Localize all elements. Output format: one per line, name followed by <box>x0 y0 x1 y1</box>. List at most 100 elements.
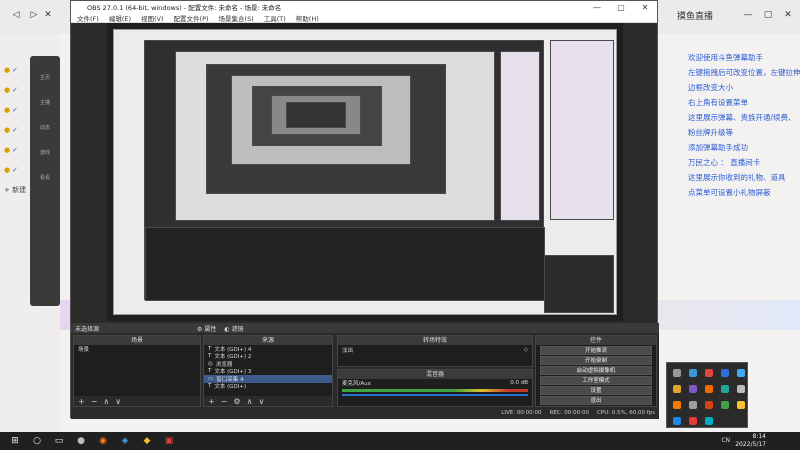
gear-icon[interactable]: ⚙ <box>233 397 240 406</box>
app-taskbar-icon[interactable]: ▣ <box>162 434 176 448</box>
close-window-icon[interactable]: ✕ <box>780 4 796 26</box>
tray-app-icon[interactable] <box>673 401 681 409</box>
maximize-icon[interactable]: ▢ <box>760 4 776 26</box>
folder-taskbar-icon[interactable]: ◆ <box>140 434 154 448</box>
tray-app-icon[interactable] <box>705 385 713 393</box>
dark-side-label[interactable]: 主页 <box>30 74 60 81</box>
tray-app-icon[interactable] <box>737 401 745 409</box>
tray-app-icon[interactable] <box>673 417 681 425</box>
tray-app-icon[interactable] <box>673 369 681 377</box>
nested-docks <box>145 227 545 301</box>
menu-help[interactable]: 帮助(H) <box>296 13 319 23</box>
sidebar-item[interactable]: ● ✓ <box>4 84 28 96</box>
task-view-icon[interactable]: ▭ <box>52 434 66 448</box>
text-source-icon: T <box>208 368 212 375</box>
input-method-indicator[interactable]: CN <box>721 437 730 444</box>
minimize-icon[interactable]: — <box>740 4 756 26</box>
menu-tools[interactable]: 工具(T) <box>264 13 286 23</box>
obs-titlebar: OBS 27.0.1 (64-bit, windows) - 配置文件: 未命名… <box>71 1 657 13</box>
scene-item[interactable]: 场景 <box>74 345 200 353</box>
source-item[interactable]: T 文本 (GDI+) <box>204 383 332 390</box>
mixer-track: 麦克风/Aux 0.0 dB <box>338 379 532 387</box>
browser-tab[interactable]: 摸鱼直播 <box>660 4 730 26</box>
back-icon[interactable]: ◁ <box>8 4 24 26</box>
sidebar-item[interactable]: ● ✓ <box>4 164 28 176</box>
nested-obs-4 <box>206 64 446 194</box>
sidebar-item[interactable]: ● ✓ <box>4 144 28 156</box>
menu-view[interactable]: 视图(V) <box>141 13 164 23</box>
start-icon[interactable]: ⊞ <box>8 434 22 448</box>
menu-scene-collection[interactable]: 场景集合(S) <box>219 13 254 23</box>
tray-app-icon[interactable] <box>721 369 729 377</box>
sidebar-item[interactable]: ● ✓ <box>4 64 28 76</box>
search-icon[interactable]: ○ <box>30 434 44 448</box>
transition-value: 淡出 <box>342 348 354 354</box>
volume-slider[interactable] <box>342 393 528 396</box>
clock-time: 8:14 <box>752 433 766 440</box>
chat-line: 这里展示你收到的礼物、道具 <box>688 173 786 182</box>
tray-app-icon[interactable] <box>705 401 713 409</box>
browser-taskbar-icon[interactable]: ◉ <box>96 434 110 448</box>
menu-profile[interactable]: 配置文件(P) <box>174 13 209 23</box>
tray-app-icon[interactable] <box>689 385 697 393</box>
tray-app-icon[interactable] <box>737 369 745 377</box>
edge-taskbar-icon[interactable]: ◈ <box>118 434 132 448</box>
tray-app-icon[interactable] <box>705 417 713 425</box>
down-icon[interactable]: ∨ <box>258 397 264 406</box>
settings-button[interactable]: 设置 <box>540 386 652 395</box>
obs-preview-canvas[interactable] <box>107 23 623 321</box>
dark-side-label[interactable]: 游戏 <box>30 149 60 156</box>
source-toolbar: 未选择源 ⚙ 属性 ◐ 滤镜 <box>71 323 659 333</box>
chat-line: 万民之心 ： 直播间卡 <box>688 158 761 167</box>
douyu-dark-sidebar: 主页 主播 动态 游戏 看看 <box>30 56 60 306</box>
tray-app-icon[interactable] <box>689 401 697 409</box>
start-recording-button[interactable]: 开始录制 <box>540 356 652 365</box>
tray-app-icon[interactable] <box>721 385 729 393</box>
transition-select[interactable]: 淡出 ◇ <box>338 345 532 355</box>
tray-app-icon[interactable] <box>673 385 681 393</box>
chat-line: 边框改变大小 <box>688 83 733 92</box>
chevron-down-icon: ◇ <box>523 347 528 353</box>
tray-app-icon[interactable] <box>689 417 697 425</box>
chat-line: 右上角有设置菜单 <box>688 98 748 107</box>
exit-button[interactable]: 退出 <box>540 396 652 405</box>
tray-overflow-popup <box>666 362 748 428</box>
tray-app-icon[interactable] <box>737 385 745 393</box>
maximize-icon[interactable]: ▢ <box>609 1 633 13</box>
menu-edit[interactable]: 编辑(E) <box>109 13 131 23</box>
dark-side-label[interactable]: 主播 <box>30 99 60 106</box>
add-icon[interactable]: + <box>208 397 215 406</box>
remove-icon[interactable]: − <box>91 397 98 406</box>
menu-file[interactable]: 文件(F) <box>77 13 99 23</box>
filters-label: 滤镜 <box>231 325 244 333</box>
minimize-icon[interactable]: — <box>585 1 609 13</box>
scenes-header: 场景 <box>74 336 200 345</box>
obs-taskbar-icon[interactable]: ● <box>74 434 88 448</box>
studio-mode-button[interactable]: 工作室模式 <box>540 376 652 385</box>
obs-docks-area: 未选择源 ⚙ 属性 ◐ 滤镜 场景 场景 + − ∧ ∨ 来源 T 文本 (GDI+) … <box>71 323 659 419</box>
tray-app-icon[interactable] <box>705 369 713 377</box>
taskbar-clock[interactable]: 8:14 2022/5/17 <box>735 433 766 449</box>
sidebar-item[interactable]: ● ✓ <box>4 124 28 136</box>
filters-button[interactable]: ◐ 滤镜 <box>224 324 243 333</box>
down-icon[interactable]: ∨ <box>115 397 121 406</box>
danmu-helper-panel: 欢迎使用斗鱼弹幕助手 左键拖拽后可改变位置，左键拉伸 边框改变大小 右上角有设置… <box>688 50 800 230</box>
nested-obs-6 <box>252 86 382 146</box>
start-virtual-camera-button[interactable]: 启动虚拟摄像机 <box>540 366 652 375</box>
tray-app-icon[interactable] <box>721 401 729 409</box>
obs-window: OBS 27.0.1 (64-bit, windows) - 配置文件: 未命名… <box>70 0 659 419</box>
add-icon[interactable]: + <box>78 397 85 406</box>
tray-app-icon[interactable] <box>689 369 697 377</box>
rec-status: REC: 00:00:00 <box>549 410 589 416</box>
dark-side-label[interactable]: 动态 <box>30 124 60 131</box>
dark-side-label[interactable]: 看看 <box>30 174 60 181</box>
sidebar-item[interactable]: ● ✓ <box>4 104 28 116</box>
properties-button[interactable]: ⚙ 属性 <box>197 324 216 333</box>
cpu-status: CPU: 0.5%, 60.00 fps <box>596 410 655 416</box>
remove-icon[interactable]: − <box>221 397 228 406</box>
up-icon[interactable]: ∧ <box>247 397 253 406</box>
up-icon[interactable]: ∧ <box>103 397 109 406</box>
start-streaming-button[interactable]: 开始推流 <box>540 346 652 355</box>
close-tab-icon[interactable]: ✕ <box>40 4 56 26</box>
close-icon[interactable]: ✕ <box>633 1 657 13</box>
